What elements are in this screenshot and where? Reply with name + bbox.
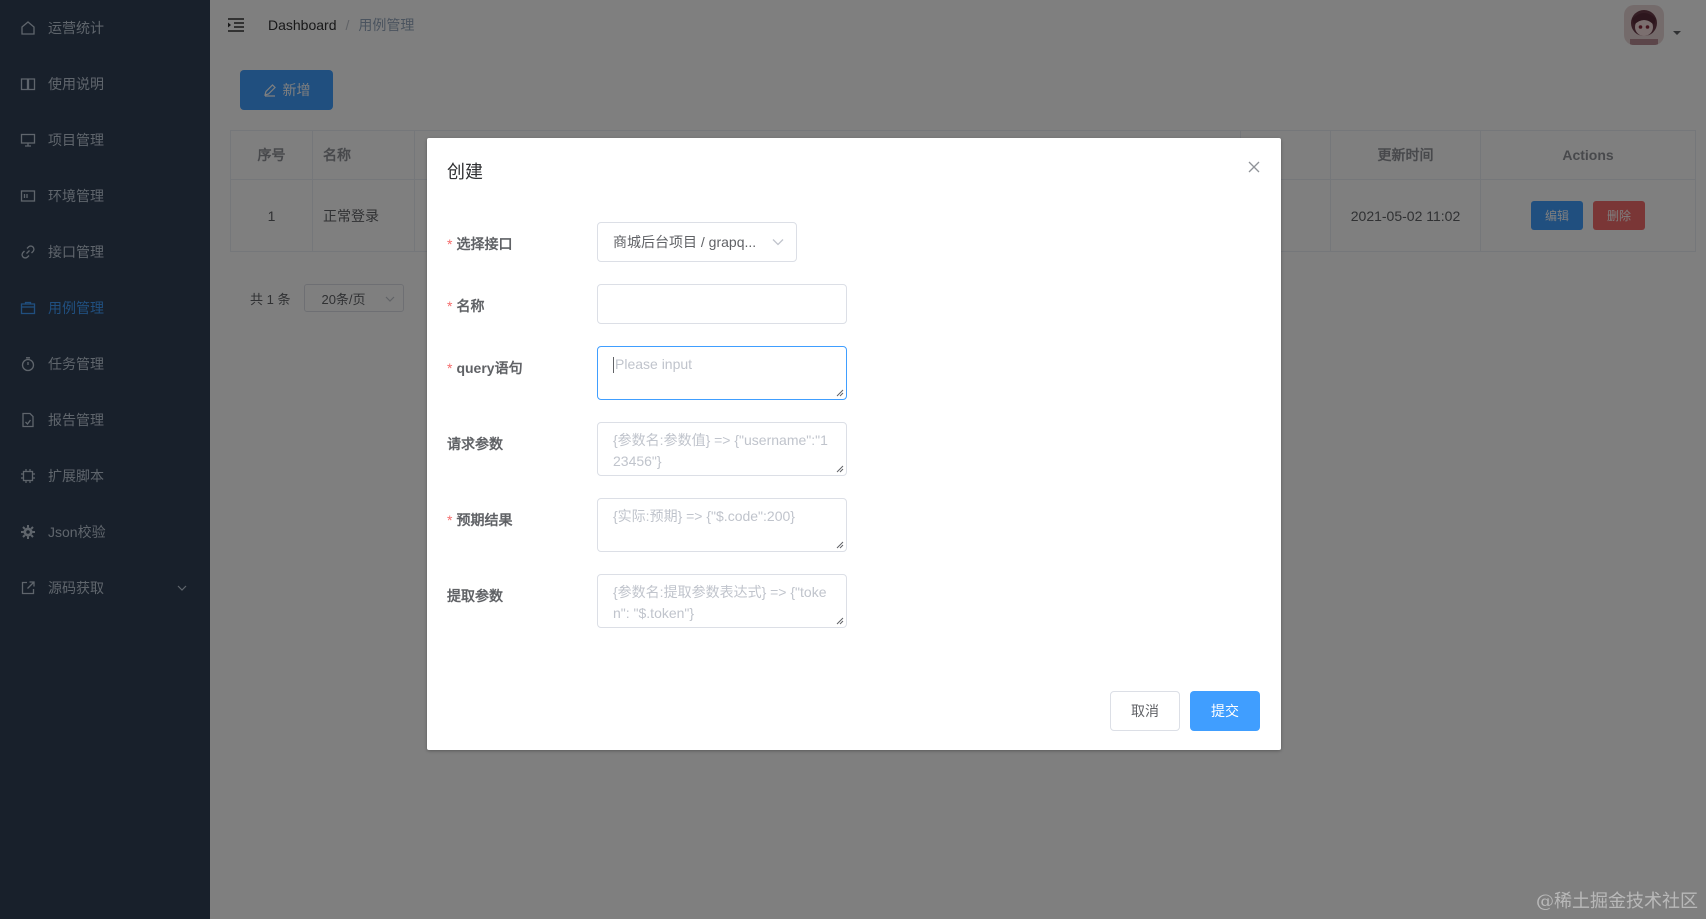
cancel-button[interactable]: 取消: [1110, 691, 1180, 731]
params-placeholder: {参数名:参数值} => {"username":"123456"}: [613, 432, 828, 469]
dialog-title: 创建: [447, 162, 483, 182]
form-label: 提取参数: [447, 588, 503, 604]
form-row-name: * 名称: [447, 284, 847, 324]
form-label: * query语句: [447, 360, 523, 376]
extract-placeholder: {参数名:提取参数表达式} => {"token": "$.token"}: [613, 584, 827, 621]
form-row-interface: * 选择接口 商城后台项目 / grapq...: [447, 222, 797, 262]
resize-handle-icon[interactable]: [836, 389, 844, 397]
chevron-down-icon: [772, 239, 784, 246]
submit-button[interactable]: 提交: [1190, 691, 1260, 731]
expected-placeholder: {实际:预期} => {"$.code":200}: [613, 508, 795, 524]
form-row-params: 请求参数 {参数名:参数值} => {"username":"123456"}: [447, 422, 847, 476]
interface-select-value: 商城后台项目 / grapq...: [613, 234, 757, 250]
form-label: * 预期结果: [447, 512, 513, 528]
resize-handle-icon[interactable]: [836, 617, 844, 625]
text-caret: [613, 357, 614, 374]
extract-textarea[interactable]: {参数名:提取参数表达式} => {"token": "$.token"}: [597, 574, 847, 628]
resize-handle-icon[interactable]: [836, 465, 844, 473]
form-label: * 选择接口: [447, 236, 513, 252]
create-dialog: 创建 * 选择接口 商城后台项目 / grapq... * 名称 * query语句 …: [427, 138, 1281, 750]
form-row-expected: * 预期结果 {实际:预期} => {"$.code":200}: [447, 498, 847, 552]
form-row-extract: 提取参数 {参数名:提取参数表达式} => {"token": "$.token…: [447, 574, 847, 628]
query-placeholder: Please input: [615, 356, 693, 372]
interface-select[interactable]: 商城后台项目 / grapq...: [597, 222, 797, 262]
close-icon[interactable]: [1247, 160, 1261, 174]
form-label: 请求参数: [447, 436, 503, 452]
watermark: @稀土掘金技术社区: [1536, 891, 1698, 912]
form-row-query: * query语句 Please input: [447, 346, 847, 400]
resize-handle-icon[interactable]: [836, 541, 844, 549]
params-textarea[interactable]: {参数名:参数值} => {"username":"123456"}: [597, 422, 847, 476]
name-input[interactable]: [597, 284, 847, 324]
form-label: * 名称: [447, 298, 485, 314]
expected-textarea[interactable]: {实际:预期} => {"$.code":200}: [597, 498, 847, 552]
query-textarea[interactable]: Please input: [597, 346, 847, 400]
